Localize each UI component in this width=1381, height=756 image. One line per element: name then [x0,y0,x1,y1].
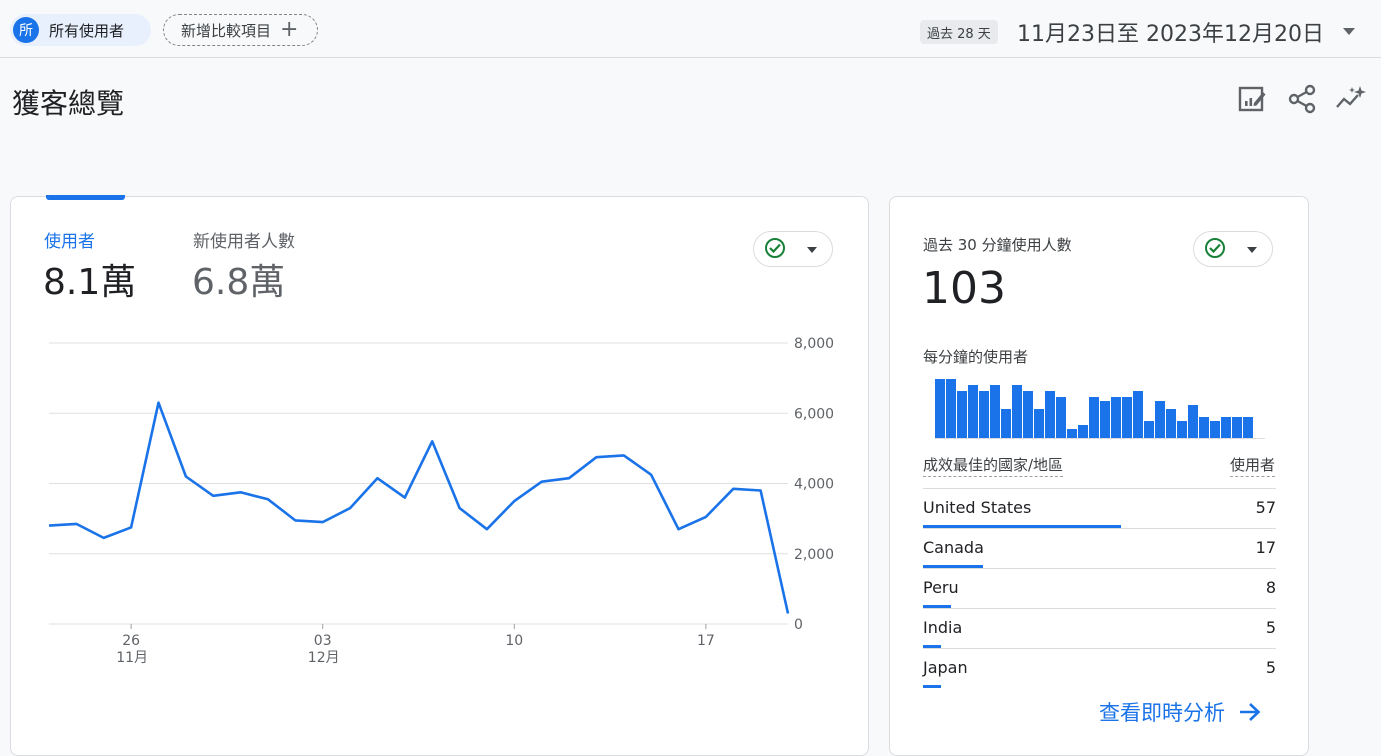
minute-bar[interactable] [1034,409,1044,439]
data-quality-chip[interactable] [1193,231,1273,267]
realtime-label: 過去 30 分鐘使用人數 [923,236,1072,254]
y-tick-label: 4,000 [794,477,834,493]
date-range-dropdown-icon[interactable] [1343,28,1355,35]
realtime-value: 103 [922,263,1006,314]
minute-bar[interactable] [1243,417,1253,439]
country-users-value: 8 [1265,578,1276,597]
date-range-badge: 過去 28 天 [920,20,998,44]
country-row[interactable]: Japan 5 [923,648,1276,689]
x-tick-label: 03 [314,633,332,649]
country-name: United States [923,498,1032,517]
table-header-country[interactable]: 成效最佳的國家/地區 [923,454,1064,477]
minute-bar[interactable] [1221,417,1231,439]
minute-bar[interactable] [1144,421,1154,439]
users-series-line [48,401,790,614]
y-tick-label: 8,000 [794,336,834,352]
segment-chip-all-users[interactable]: 所 所有使用者 [10,14,151,46]
add-comparison-button[interactable]: 新增比較項目 + [163,14,318,46]
view-realtime-link[interactable]: 查看即時分析 [1099,697,1261,727]
minute-bar[interactable] [935,379,945,439]
country-users-value: 5 [1265,658,1276,677]
country-name: Japan [923,658,968,677]
country-users-value: 5 [1265,618,1276,637]
minute-bar[interactable] [1023,391,1033,439]
insights-icon[interactable] [1335,83,1367,115]
y-tick-label: 6,000 [794,406,834,422]
minute-bar[interactable] [1155,400,1165,439]
table-header-users[interactable]: 使用者 [1229,454,1275,477]
check-circle-icon [1205,238,1225,258]
minute-bar[interactable] [1100,400,1110,439]
arrow-right-icon [1240,703,1261,721]
x-tick-label: 17 [697,633,715,649]
top-bar: 所 所有使用者 新增比較項目 + 過去 28 天 11月23日至 2023年12… [0,0,1381,58]
minute-bar[interactable] [1045,391,1055,439]
minute-bar[interactable] [1232,417,1242,439]
minute-bar[interactable] [1001,409,1011,439]
realtime-card: 過去 30 分鐘使用人數 103 每分鐘的使用者 成效最佳的國家/地區 使用者 … [889,196,1309,756]
minute-bar[interactable] [1210,421,1220,439]
x-tick-month-label: 11月 [116,650,148,666]
minute-bar[interactable] [1089,397,1099,439]
edit-report-icon[interactable] [1236,83,1268,115]
users-overview-card: 使用者 8.1萬 新使用者人數 6.8萬 8,000 6,000 4,000 2,00… [10,195,869,756]
segment-avatar: 所 [13,17,39,43]
date-range-picker[interactable]: 11月23日至 2023年12月20日 [1017,16,1324,48]
minute-bar[interactable] [1188,405,1198,439]
country-row[interactable]: Canada 17 [923,528,1276,569]
add-comparison-label: 新增比較項目 [181,21,272,40]
share-icon[interactable] [1286,83,1318,115]
country-row[interactable]: India 5 [923,608,1276,649]
country-name: India [923,618,963,637]
minute-bar[interactable] [1056,397,1066,439]
plus-icon: + [280,17,299,42]
country-name: Peru [923,578,959,597]
minute-bar[interactable] [1177,421,1187,439]
minute-bar[interactable] [979,391,989,439]
minute-bar[interactable] [990,385,1000,439]
y-tick-label: 0 [794,617,803,633]
x-tick-label: 10 [505,633,523,649]
minute-bar[interactable] [1078,424,1088,439]
country-row[interactable]: United States 57 [923,488,1276,529]
page-title: 獲客總覽 [12,87,125,120]
country-users-value: 57 [1255,498,1276,517]
minute-bar[interactable] [946,379,956,439]
country-users-value: 17 [1255,538,1276,557]
segment-label: 所有使用者 [49,21,125,40]
minute-bar[interactable] [1133,391,1143,439]
minute-bar[interactable] [1111,397,1121,439]
x-tick-month-label: 12月 [308,650,340,666]
minute-bar[interactable] [1012,385,1022,439]
minute-bar[interactable] [1166,409,1176,439]
minute-bar[interactable] [1122,397,1132,439]
country-row[interactable]: Peru 8 [923,568,1276,609]
country-name: Canada [923,538,984,557]
per-minute-bar-chart [935,375,1265,439]
per-minute-label: 每分鐘的使用者 [923,348,1029,366]
x-tick-label: 26 [122,633,140,649]
minute-bar[interactable] [1199,417,1209,439]
chevron-down-icon [1247,247,1257,253]
minute-bar[interactable] [968,385,978,439]
bar-chart-baseline [935,438,1265,439]
minute-bar[interactable] [957,391,967,439]
country-share-bar [923,685,941,688]
view-realtime-label: 查看即時分析 [1099,701,1225,725]
y-tick-label: 2,000 [794,547,834,563]
users-line-chart: 8,000 6,000 4,000 2,000 0 2611月 0312月 10 17 [48,336,834,666]
